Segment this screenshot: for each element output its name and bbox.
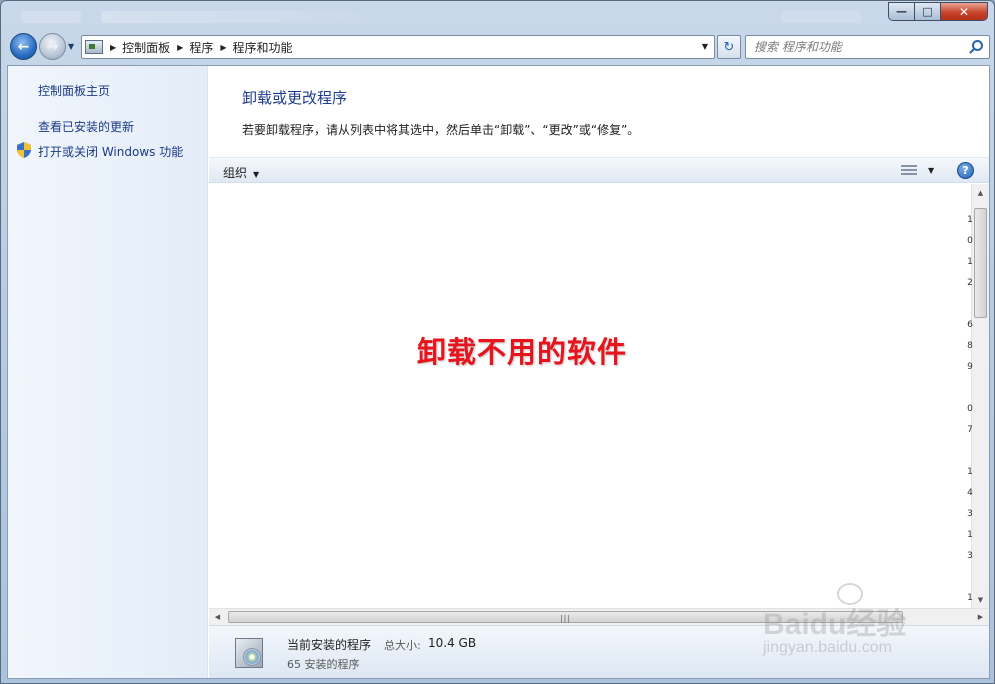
search-input[interactable]: [746, 36, 956, 58]
page-description: 若要卸载程序，请从列表中将其选中，然后单击“卸载”、“更改”或“修复”。: [242, 123, 640, 137]
refresh-button[interactable]: ↻: [717, 35, 741, 59]
scrollbar-cut-char: 4: [967, 488, 973, 498]
maximize-button[interactable]: □: [915, 3, 941, 20]
back-button[interactable]: ←: [10, 33, 37, 60]
scrollbar-cut-char: 3: [967, 509, 973, 519]
scrollbar-cut-char: [966, 378, 974, 399]
title-bar[interactable]: — □ ✕: [1, 1, 994, 31]
page-title: 卸载或更改程序: [242, 89, 348, 107]
title-bar-blur-right: [781, 11, 861, 23]
horizontal-scroll-thumb[interactable]: |||: [228, 611, 903, 623]
maximize-icon: □: [922, 5, 933, 18]
organize-button[interactable]: 组织 ▼: [223, 164, 259, 181]
chevron-right-icon[interactable]: ▶: [177, 43, 183, 52]
chevron-right-icon[interactable]: ▶: [220, 43, 226, 52]
vertical-scrollbar[interactable]: ▲ 1012 689 07 14313 1 ▼: [967, 184, 989, 608]
arrow-right-icon: →: [46, 38, 59, 55]
address-history-dropdown[interactable]: ▼: [702, 42, 708, 51]
title-bar-blur-icons: [21, 11, 81, 23]
scrollbar-cut-char: 2: [967, 278, 973, 288]
scrollbar-cut-char: 7: [967, 425, 973, 435]
scrollbar-cut-char: 3: [967, 551, 973, 561]
scrollbar-cut-char: 1: [967, 215, 973, 225]
scrollbar-cut-char: 1: [967, 530, 973, 540]
arrow-left-icon: ←: [17, 38, 30, 55]
vertical-scroll-thumb[interactable]: [974, 208, 987, 318]
content-area: 控制面板主页 查看已安装的更新 打开或关闭 Windows 功能 卸载或更改程序…: [7, 65, 990, 679]
scroll-down-button[interactable]: ▼: [972, 591, 989, 608]
sidebar-item-windows-features[interactable]: 打开或关闭 Windows 功能: [38, 143, 183, 160]
scrollbar-cut-char: [966, 567, 974, 588]
navigation-bar: ← → ▼ ▶ 控制面板 ▶ 程序 ▶ 程序和功能 ▼ ↻: [7, 32, 990, 62]
main-pane: 卸载或更改程序 若要卸载程序，请从列表中将其选中，然后单击“卸载”、“更改”或“…: [209, 66, 989, 678]
view-details-icon[interactable]: [901, 165, 917, 177]
view-options-dropdown[interactable]: ▼: [928, 166, 934, 175]
window-controls: — □ ✕: [888, 2, 988, 21]
program-list[interactable]: 卸载不用的软件: [209, 184, 971, 608]
refresh-icon: ↻: [723, 39, 735, 55]
scrollbar-cut-char: [966, 294, 974, 315]
explorer-window: — □ ✕ ← → ▼ ▶ 控制面板 ▶ 程序 ▶ 程序和功能 ▼ ↻ 控制面板…: [0, 0, 995, 684]
scrollbar-cut-char: 9: [967, 362, 973, 372]
grip-icon: |||: [559, 614, 572, 623]
shield-icon: [17, 142, 31, 158]
control-panel-icon: [85, 40, 103, 54]
annotation-overlay: 卸载不用的软件: [417, 335, 628, 369]
details-program-count: 65 安装的程序: [287, 658, 360, 671]
scroll-up-button[interactable]: ▲: [972, 184, 989, 201]
scrollbar-cut-char: 1: [967, 257, 973, 267]
search-icon[interactable]: [972, 40, 983, 51]
close-button[interactable]: ✕: [941, 3, 987, 20]
breadcrumb-programs-and-features[interactable]: 程序和功能: [233, 39, 293, 56]
sidebar-item-control-panel-home[interactable]: 控制面板主页: [38, 82, 110, 99]
scrollbar-cut-char: 8: [967, 341, 973, 351]
help-icon[interactable]: ?: [957, 162, 974, 179]
scroll-right-button[interactable]: ▶: [972, 609, 989, 625]
minimize-icon: —: [896, 5, 907, 18]
details-pane: 当前安装的程序 总大小: 10.4 GB 65 安装的程序: [209, 625, 989, 678]
task-pane: 控制面板主页 查看已安装的更新 打开或关闭 Windows 功能: [8, 66, 208, 678]
installed-programs-icon: [231, 632, 267, 672]
breadcrumb-programs[interactable]: 程序: [189, 39, 213, 56]
organize-label: 组织: [223, 166, 248, 180]
close-icon: ✕: [958, 4, 970, 19]
forward-button[interactable]: →: [39, 33, 66, 60]
scrollbar-cut-char: 1: [967, 467, 973, 477]
scrollbar-cut-text: 1012 689 07 14313 1: [966, 210, 974, 609]
scrollbar-cut-char: 0: [967, 236, 973, 246]
command-bar: 组织 ▼ ▼ ?: [209, 157, 989, 183]
details-size-label: 总大小:: [384, 639, 421, 652]
chevron-right-icon[interactable]: ▶: [110, 43, 116, 52]
scrollbar-cut-char: [966, 441, 974, 462]
details-size-value: 10.4 GB: [428, 636, 477, 650]
title-bar-blur-text: [101, 11, 361, 23]
breadcrumb-control-panel[interactable]: 控制面板: [122, 39, 170, 56]
search-box: [745, 35, 990, 59]
horizontal-scrollbar[interactable]: ◀ ||| ▶: [209, 608, 989, 625]
scrollbar-cut-char: 0: [967, 404, 973, 414]
recent-pages-dropdown[interactable]: ▼: [68, 42, 74, 51]
chevron-down-icon: ▼: [253, 170, 260, 179]
scroll-left-button[interactable]: ◀: [209, 609, 226, 625]
minimize-button[interactable]: —: [889, 3, 915, 20]
address-bar[interactable]: ▶ 控制面板 ▶ 程序 ▶ 程序和功能 ▼: [81, 35, 715, 59]
details-title: 当前安装的程序: [287, 638, 372, 652]
scrollbar-cut-char: 6: [967, 320, 973, 330]
sidebar-item-view-installed-updates[interactable]: 查看已安装的更新: [38, 118, 134, 135]
